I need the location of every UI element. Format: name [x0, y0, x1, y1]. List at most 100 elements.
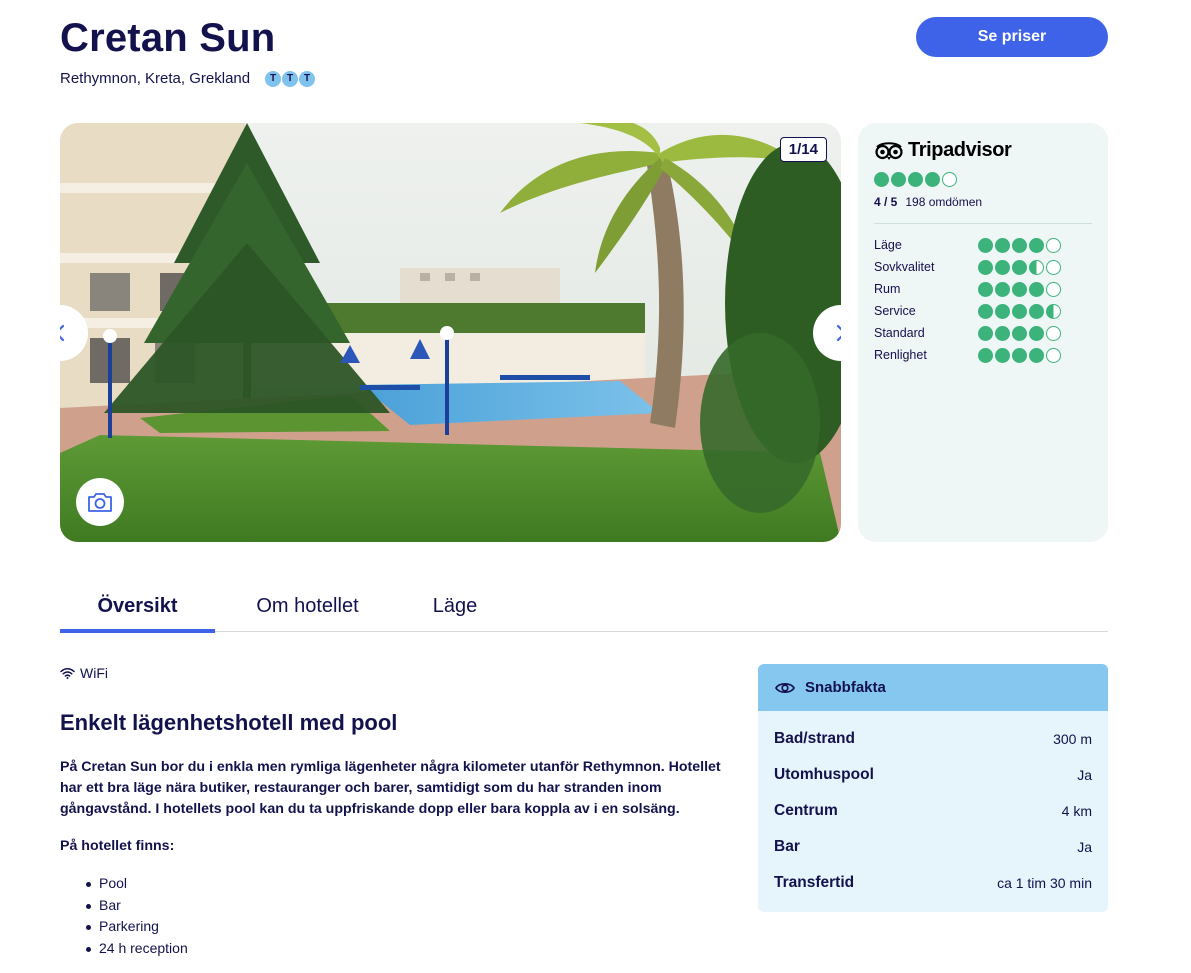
tripadvisor-divider — [874, 223, 1092, 224]
photo-counter: 1/14 — [779, 137, 827, 162]
rating-bubble — [995, 259, 1010, 275]
fact-value: Ja — [1077, 839, 1092, 855]
rating-bubble — [995, 303, 1010, 319]
rating-bubble — [942, 172, 957, 187]
rating-label: Läge — [874, 238, 902, 252]
quick-facts-header: Snabbfakta — [758, 664, 1108, 711]
rating-badge: T — [299, 70, 316, 87]
tripadvisor-score: 4 / 5 — [874, 195, 898, 209]
rating-bubble — [1046, 325, 1061, 341]
rating-label: Rum — [874, 282, 901, 296]
fact-value: 4 km — [1061, 803, 1092, 819]
fact-row: Bad/strand 300 m — [774, 721, 1092, 757]
rating-bubble — [1029, 303, 1044, 319]
rating-bubble — [1029, 347, 1044, 363]
overview-heading: Enkelt lägenhetshotell med pool — [60, 710, 398, 735]
tripadvisor-review-count: 198 omdömen — [905, 195, 983, 209]
rating-row-rum: Rum — [874, 278, 1092, 300]
rating-bubble — [1012, 303, 1027, 319]
tripadvisor-logo: Tripadvisor — [874, 139, 1092, 162]
content-tabs: Översikt Om hotellet Läge — [60, 586, 1108, 633]
tripadvisor-owl-icon — [875, 141, 903, 160]
rating-bubble — [978, 281, 993, 297]
fact-value: Ja — [1077, 767, 1092, 783]
tab-lage[interactable]: Läge — [400, 586, 510, 631]
rating-bubble — [1012, 237, 1027, 253]
rating-bubble — [1046, 259, 1061, 275]
list-item: Parkering — [86, 916, 188, 938]
camera-icon — [88, 493, 112, 512]
rating-bubble — [978, 259, 993, 275]
rating-row-renlighet: Renlighet — [874, 344, 1092, 366]
rating-bubble — [978, 237, 993, 253]
rating-bubbles — [978, 237, 1061, 253]
rating-bubble — [925, 172, 940, 187]
overall-rating-bubbles — [874, 172, 1092, 187]
rating-bubble — [1012, 259, 1027, 275]
fact-key: Bar — [774, 838, 800, 855]
rating-bubble — [1046, 281, 1061, 297]
wifi-label: WiFi — [80, 665, 108, 681]
rating-bubbles — [978, 281, 1061, 297]
rating-bubble — [1046, 237, 1061, 253]
rating-bubble — [1012, 281, 1027, 297]
fact-row: Transfertid ca 1 tim 30 min — [774, 865, 1092, 901]
amenities-label: På hotellet finns: — [60, 838, 175, 854]
fact-key: Bad/strand — [774, 730, 855, 747]
amenities-list: Pool Bar Parkering 24 h reception — [86, 873, 188, 960]
list-item: Bar — [86, 895, 188, 917]
rating-bubbles — [978, 347, 1061, 363]
fact-key: Transfertid — [774, 874, 855, 891]
overview-description: På Cretan Sun bor du i enkla men rymliga… — [60, 759, 721, 817]
rating-bubble — [891, 172, 906, 187]
rating-label: Standard — [874, 326, 925, 340]
tripadvisor-category-list: Läge Sovkvalitet Rum Service Standard Re… — [874, 234, 1092, 366]
rating-label: Sovkvalitet — [874, 260, 935, 274]
rating-bubble — [1012, 347, 1027, 363]
rating-bubbles — [978, 303, 1061, 319]
rating-label: Service — [874, 304, 916, 318]
rating-bubbles — [978, 325, 1061, 341]
rating-bubble — [1029, 237, 1044, 253]
wifi-feature: WiFi — [60, 665, 108, 681]
fact-value: ca 1 tim 30 min — [997, 875, 1092, 891]
quick-facts-card: Snabbfakta Bad/strand 300 m Utomhuspool … — [758, 664, 1108, 912]
rating-row-lage: Läge — [874, 234, 1092, 256]
eye-icon — [775, 682, 795, 693]
rating-bubble — [995, 237, 1010, 253]
rating-bubble — [995, 281, 1010, 297]
wifi-icon — [60, 667, 75, 679]
tripadvisor-panel: Tripadvisor 4 / 5 198 omdömen Läge Sovkv… — [858, 123, 1108, 542]
rating-row-standard: Standard — [874, 322, 1092, 344]
rating-badge: T — [282, 70, 299, 87]
chevron-left-icon — [60, 324, 65, 342]
rating-bubble — [1029, 259, 1044, 275]
fact-row: Centrum 4 km — [774, 793, 1092, 829]
rating-bubble — [995, 347, 1010, 363]
list-item: 24 h reception — [86, 938, 188, 960]
gallery-camera-button[interactable] — [76, 478, 124, 526]
fact-row: Utomhuspool Ja — [774, 757, 1092, 793]
rating-label: Renlighet — [874, 348, 927, 362]
fact-row: Bar Ja — [774, 829, 1092, 865]
hotel-location: Rethymnon, Kreta, Grekland — [60, 70, 251, 87]
rating-bubble — [978, 325, 993, 341]
tab-oversikt[interactable]: Översikt — [60, 586, 215, 633]
hotel-rating-badges: T T T — [265, 70, 316, 87]
rating-bubble — [1029, 281, 1044, 297]
rating-bubble — [908, 172, 923, 187]
tab-om-hotellet[interactable]: Om hotellet — [215, 586, 400, 631]
rating-bubble — [978, 347, 993, 363]
photo-gallery[interactable]: 1/14 — [60, 123, 841, 542]
quick-facts-body: Bad/strand 300 m Utomhuspool Ja Centrum … — [758, 711, 1108, 901]
hotel-location-row: Rethymnon, Kreta, Grekland T T T — [60, 70, 316, 87]
rating-row-sovkvalitet: Sovkvalitet — [874, 256, 1092, 278]
see-prices-button[interactable]: Se priser — [916, 17, 1108, 57]
rating-bubble — [1029, 325, 1044, 341]
fact-value: 300 m — [1053, 731, 1092, 747]
hotel-title: Cretan Sun — [60, 16, 276, 60]
list-item: Pool — [86, 873, 188, 895]
rating-badge: T — [265, 70, 282, 87]
rating-row-service: Service — [874, 300, 1092, 322]
rating-bubble — [1046, 347, 1061, 363]
